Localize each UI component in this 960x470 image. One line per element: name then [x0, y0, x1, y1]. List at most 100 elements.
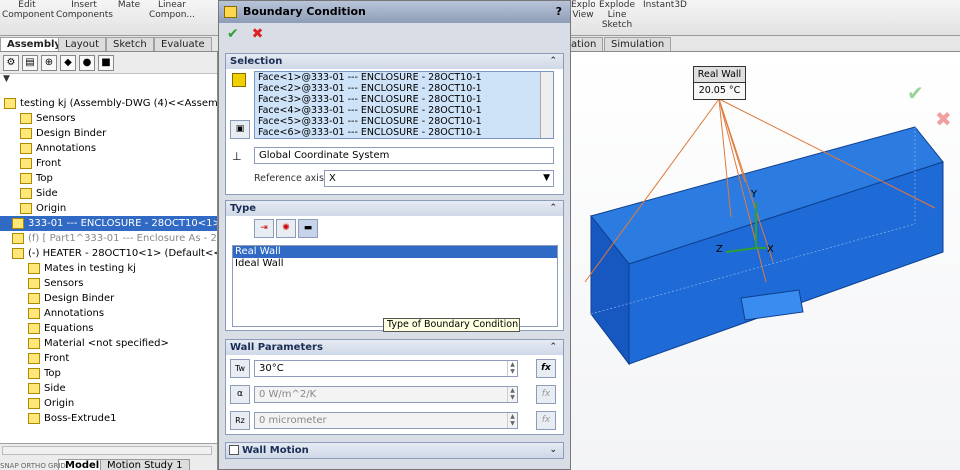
wall-motion-checkbox[interactable] — [229, 445, 239, 455]
spin-icon[interactable]: ▲ ▼ — [507, 387, 517, 402]
configuration-manager-icon[interactable]: ⊕ — [41, 54, 57, 71]
tree-container: testing kj (Assembly-DWG (4)<<Assembly-D… — [0, 96, 218, 442]
tree-item-label: Boss-Extrude1 — [44, 413, 117, 424]
dependency-button[interactable]: fx — [536, 359, 556, 378]
callout-title: Real Wall — [694, 67, 745, 83]
help-button[interactable]: ? — [556, 1, 562, 23]
feature-tree-icon[interactable]: ⚙ — [3, 54, 19, 71]
horizontal-scrollbar[interactable] — [2, 446, 212, 455]
tree-item-label: Side — [44, 383, 66, 394]
tree-item[interactable]: Sensors — [0, 111, 76, 126]
boundary-type-list[interactable]: Real Wall Ideal Wall — [232, 245, 558, 327]
z-axis-label: Z — [716, 244, 723, 255]
roughness-field[interactable]: 0 micrometer ▲ ▼ — [254, 412, 518, 429]
exploded-view-button[interactable]: Exploded View — [571, 0, 595, 20]
list-item[interactable]: Face<2>@333-01 --- ENCLOSURE - 28OCT10-1 — [255, 83, 553, 94]
explode-line-sketch-button[interactable]: Explode Line Sketch — [598, 0, 636, 30]
coordinate-system-field[interactable]: Global Coordinate System — [254, 147, 554, 164]
list-item[interactable]: Face<4>@333-01 --- ENCLOSURE - 28OCT10-1 — [255, 105, 553, 116]
tree-item[interactable]: Origin — [0, 396, 74, 411]
insert-components-button[interactable]: Insert Components — [56, 0, 113, 20]
y-axis-label: Y — [750, 189, 758, 200]
tree-item-label: (f) [ Part1^333-01 --- Enclosure As - 28… — [28, 233, 218, 244]
graphics-area[interactable]: Y Z X ✔ ✖ — [571, 52, 960, 470]
tree-item[interactable]: Annotations — [0, 141, 96, 156]
tree-item[interactable]: (f) [ Part1^333-01 --- Enclosure As - 28… — [0, 231, 218, 246]
tree-item-label: Origin — [44, 398, 75, 409]
tree-item[interactable]: testing kj (Assembly-DWG (4)<<Assembly-D — [0, 96, 217, 111]
tree-item[interactable]: (-) HEATER - 28OCT10<1> (Default<<Det — [0, 246, 217, 261]
dependency-button-disabled[interactable]: fx — [536, 385, 556, 404]
edit-component-button[interactable]: Edit Component — [2, 0, 54, 20]
chevron-down-icon: ▼ — [543, 173, 550, 183]
heat-transfer-coefficient-field[interactable]: 0 W/m^2/K ▲ ▼ — [254, 386, 518, 403]
dimxpert-icon[interactable]: ◆ — [60, 54, 76, 71]
tree-item[interactable]: Front — [0, 156, 61, 171]
mate-button[interactable]: Mate — [116, 0, 142, 10]
filter-faces-button[interactable]: ▣ — [230, 120, 250, 139]
wall-temperature-field[interactable]: 30°C ▲ ▼ — [254, 360, 518, 377]
dependency-button-disabled[interactable]: fx — [536, 411, 556, 430]
wall-button[interactable]: ▬ — [298, 219, 318, 238]
spin-icon[interactable]: ▲ ▼ — [507, 413, 517, 428]
display-manager-icon[interactable]: ● — [79, 54, 95, 71]
tab-evaluate[interactable]: Evaluate — [154, 37, 212, 51]
tree-item[interactable]: Design Binder — [0, 291, 114, 306]
tree-item[interactable]: Material <not specified> — [0, 336, 169, 351]
feature-icon — [28, 337, 40, 349]
tree-item[interactable]: Top — [0, 366, 61, 381]
tab-layout[interactable]: Layout — [58, 37, 106, 51]
tree-item[interactable]: Top — [0, 171, 53, 186]
tree-item-label: 333-01 --- ENCLOSURE - 28OCT10<1> (D — [28, 218, 218, 229]
ok-button[interactable]: ✔ — [227, 26, 239, 42]
accept-check-icon[interactable]: ✔ — [907, 81, 924, 105]
expand-icon[interactable]: ⌄ — [549, 443, 557, 458]
wall-parameters-header[interactable]: Wall Parameters ⌃ — [226, 340, 563, 355]
wall-motion-header[interactable]: Wall Motion ⌄ — [226, 443, 563, 458]
flow-simulation-icon[interactable]: ■ — [98, 54, 114, 71]
list-item[interactable]: Face<6>@333-01 --- ENCLOSURE - 28OCT10-1 — [255, 127, 553, 138]
instant3d-button[interactable]: Instant3D — [643, 0, 687, 10]
wall-motion-group: Wall Motion ⌄ — [225, 442, 564, 459]
reference-axis-select[interactable]: X ▼ — [324, 170, 554, 187]
tab-motion-study[interactable]: Motion Study 1 — [100, 459, 190, 470]
list-item-real-wall[interactable]: Real Wall — [233, 246, 557, 258]
tree-item[interactable]: Origin — [0, 201, 66, 216]
list-item-ideal-wall[interactable]: Ideal Wall — [233, 258, 557, 270]
list-item[interactable]: Face<1>@333-01 --- ENCLOSURE - 28OCT10-1 — [255, 72, 553, 83]
type-header[interactable]: Type ⌃ — [226, 201, 563, 216]
filter-icon[interactable]: ▼ — [0, 74, 217, 88]
selection-header[interactable]: Selection ⌃ — [226, 54, 563, 69]
list-item[interactable]: Face<3>@333-01 --- ENCLOSURE - 28OCT10-1 — [255, 94, 553, 105]
model-viewport[interactable]: Y Z X ✔ ✖ — [571, 52, 960, 470]
tab-sketch[interactable]: Sketch — [106, 37, 154, 51]
spin-icon[interactable]: ▲ ▼ — [507, 361, 517, 376]
collapse-icon[interactable]: ⌃ — [549, 201, 557, 216]
tree-item-label: Sensors — [44, 278, 84, 289]
tree-item[interactable]: Front — [0, 351, 69, 366]
pressure-openings-button[interactable]: ✺ — [276, 219, 296, 238]
collapse-icon[interactable]: ⌃ — [549, 54, 557, 69]
tree-item[interactable]: Side — [0, 186, 58, 201]
list-scrollbar[interactable] — [540, 72, 553, 138]
property-manager-icon[interactable]: ▤ — [22, 54, 38, 71]
reject-x-icon[interactable]: ✖ — [935, 107, 952, 131]
tree-item[interactable]: Sensors — [0, 276, 84, 291]
flow-openings-button[interactable]: ⇥ — [254, 219, 274, 238]
tree-item[interactable]: Design Binder — [0, 126, 106, 141]
real-wall-callout[interactable]: Real Wall 20.05 °C — [693, 66, 746, 100]
tree-item[interactable]: Annotations — [0, 306, 104, 321]
list-item[interactable]: Face<5>@333-01 --- ENCLOSURE - 28OCT10-1 — [255, 116, 553, 127]
tree-item[interactable]: Boss-Extrude1 — [0, 411, 116, 426]
face-selection-list[interactable]: Face<1>@333-01 --- ENCLOSURE - 28OCT10-1… — [254, 71, 554, 139]
tree-item[interactable]: Side — [0, 381, 66, 396]
cancel-button[interactable]: ✖ — [252, 26, 264, 42]
reference-axis-label: Reference axis: — [254, 173, 328, 184]
feature-icon — [28, 397, 40, 409]
linear-component-pattern-button[interactable]: Linear Compon... — [146, 0, 198, 20]
tree-item[interactable]: 333-01 --- ENCLOSURE - 28OCT10<1> (D — [0, 216, 218, 231]
tab-simulation[interactable]: Simulation — [604, 37, 672, 51]
tree-item[interactable]: Mates in testing kj — [0, 261, 136, 276]
tree-item[interactable]: Equations — [0, 321, 94, 336]
collapse-icon[interactable]: ⌃ — [549, 340, 557, 355]
